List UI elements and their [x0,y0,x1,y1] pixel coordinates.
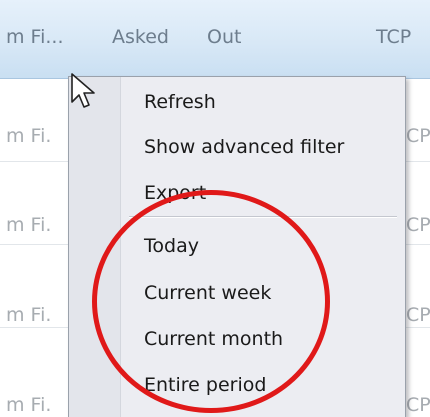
menu-item-show-advanced-filter[interactable]: Show advanced filter [144,136,344,158]
menu-item-refresh[interactable]: Refresh [144,91,216,113]
menu-icon-gutter [69,77,121,417]
menu-separator [129,216,397,218]
column-header-tcp[interactable]: TCP [376,26,411,48]
column-header-out[interactable]: Out [207,26,241,48]
menu-item-today[interactable]: Today [144,235,199,257]
table-header: m Fi... Asked Out TCP [0,0,430,79]
cell-protocol: CP [406,394,430,416]
column-header-filename[interactable]: m Fi... [6,26,64,48]
menu-item-entire-period[interactable]: Entire period [144,374,266,396]
menu-item-export[interactable]: Export [144,182,206,204]
menu-item-current-month[interactable]: Current month [144,328,283,350]
cell-filename: m Fi. [6,125,52,147]
cell-protocol: CP [406,125,430,147]
cell-filename: m Fi. [6,394,52,416]
menu-item-current-week[interactable]: Current week [144,282,271,304]
column-header-asked[interactable]: Asked [112,26,169,48]
context-menu: Refresh Show advanced filter Export Toda… [68,76,406,417]
cell-protocol: CP [406,214,430,236]
cell-filename: m Fi. [6,304,52,326]
cell-filename: m Fi. [6,214,52,236]
cell-protocol: CP [406,304,430,326]
